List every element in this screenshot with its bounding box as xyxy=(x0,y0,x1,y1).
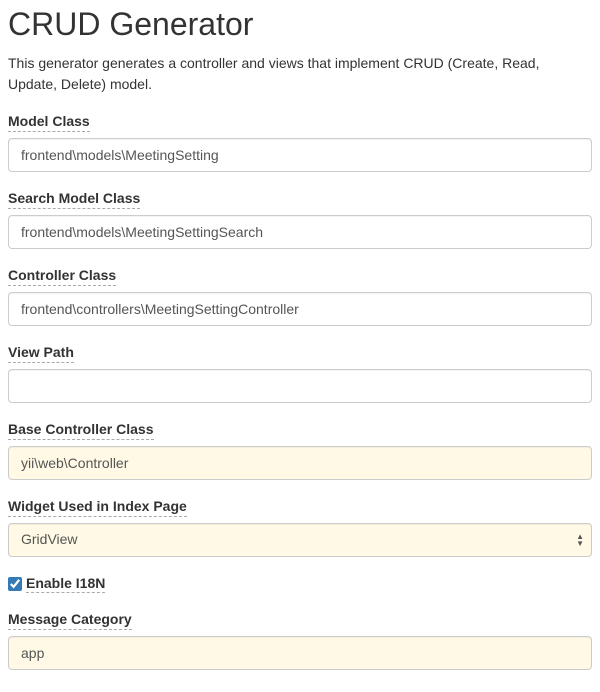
controller-class-label: Controller Class xyxy=(8,267,116,286)
page-title: CRUD Generator xyxy=(8,6,592,43)
message-category-label: Message Category xyxy=(8,611,132,630)
form-group-view-path: View Path xyxy=(8,344,592,403)
model-class-input[interactable] xyxy=(8,138,592,172)
form-group-controller-class: Controller Class xyxy=(8,267,592,326)
widget-used-label: Widget Used in Index Page xyxy=(8,498,187,517)
enable-i18n-label: Enable I18N xyxy=(26,575,105,593)
base-controller-class-input[interactable] xyxy=(8,446,592,480)
view-path-label: View Path xyxy=(8,344,74,363)
message-category-input[interactable] xyxy=(8,636,592,670)
form-group-model-class: Model Class xyxy=(8,113,592,172)
form-group-widget-used: Widget Used in Index Page GridView ▲▼ xyxy=(8,498,592,557)
page-description: This generator generates a controller an… xyxy=(8,53,592,95)
form-group-message-category: Message Category xyxy=(8,611,592,670)
controller-class-input[interactable] xyxy=(8,292,592,326)
widget-used-select[interactable]: GridView xyxy=(8,523,592,557)
model-class-label: Model Class xyxy=(8,113,90,132)
search-model-class-label: Search Model Class xyxy=(8,190,140,209)
form-group-enable-i18n: Enable I18N xyxy=(8,575,592,593)
search-model-class-input[interactable] xyxy=(8,215,592,249)
form-group-base-controller-class: Base Controller Class xyxy=(8,421,592,480)
form-group-search-model-class: Search Model Class xyxy=(8,190,592,249)
base-controller-class-label: Base Controller Class xyxy=(8,421,154,440)
view-path-input[interactable] xyxy=(8,369,592,403)
enable-i18n-checkbox[interactable] xyxy=(8,577,22,591)
